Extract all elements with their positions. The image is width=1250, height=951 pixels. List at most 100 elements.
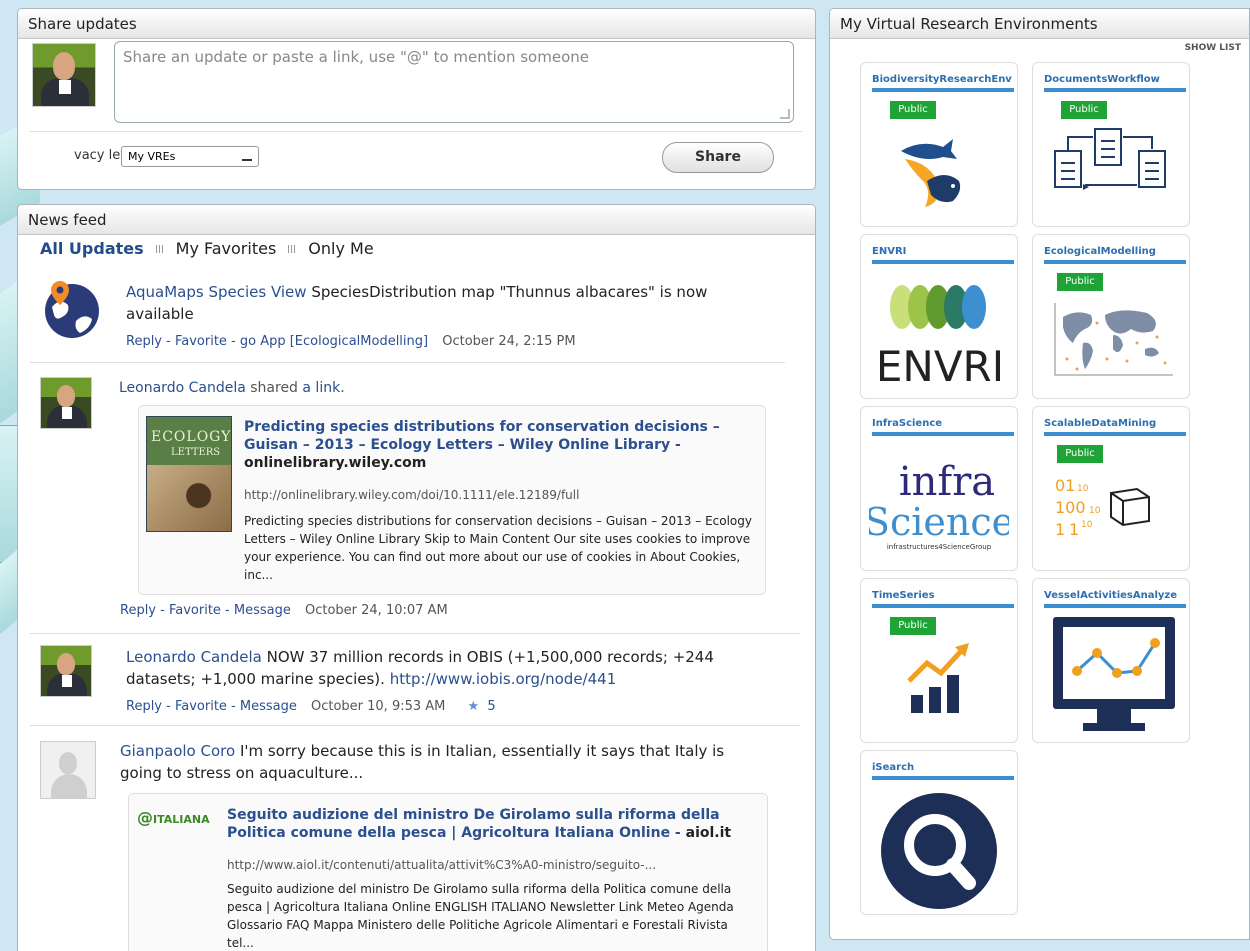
- post-external-link[interactable]: http://www.iobis.org/node/441: [390, 670, 617, 688]
- post-text: Leonardo Candela shared a link.: [119, 377, 345, 399]
- vre-underline: [872, 776, 1014, 780]
- science-text: Science: [869, 500, 1009, 544]
- vre-underline: [1044, 432, 1186, 436]
- vre-tile-ecologicalmodelling[interactable]: EcologicalModelling Public: [1032, 234, 1190, 399]
- public-badge: Public: [1057, 273, 1103, 291]
- vre-underline: [872, 604, 1014, 608]
- vre-underline: [872, 260, 1014, 264]
- vre-underline: [1044, 260, 1186, 264]
- data-mining-icon: 01 10 100 10 1 1 10: [1055, 476, 1150, 539]
- post-author-link[interactable]: AquaMaps Species View: [126, 283, 307, 301]
- chart-icon: [907, 643, 969, 713]
- filter-my-favorites[interactable]: My Favorites: [176, 239, 277, 258]
- post-author-link[interactable]: Gianpaolo Coro: [120, 742, 235, 760]
- resize-grip-icon[interactable]: [780, 109, 790, 119]
- favorite-star-icon[interactable]: ★: [468, 699, 480, 714]
- link-preview-card[interactable]: @ITALIANA Seguito audizione del ministro…: [128, 793, 768, 951]
- share-updates-panel: Share updates Share an update or paste a…: [17, 8, 816, 190]
- post-actions: Reply - Favorite - Message October 24, 1…: [120, 603, 448, 618]
- svg-text:01: 01: [1055, 476, 1075, 495]
- vre-tile-scalabledatamining[interactable]: ScalableDataMining Public 01 10 100 10 111…: [1032, 406, 1190, 571]
- show-list-link[interactable]: SHOW LIST: [1185, 43, 1241, 53]
- user-avatar: [32, 43, 96, 107]
- vre-tile-documentsworkflow[interactable]: DocumentsWorkflow Public: [1032, 62, 1190, 227]
- filter-separator-icon: [155, 244, 164, 253]
- aquamaps-globe-icon: [45, 281, 99, 338]
- default-avatar[interactable]: [40, 741, 96, 799]
- fish-icon: [901, 139, 961, 207]
- journal-cover-subtitle: LETTERS: [171, 447, 221, 458]
- aiol-logo: @ITALIANA: [137, 808, 210, 827]
- vre-tile-vesselactivitiesanalyze[interactable]: VesselActivitiesAnalyze: [1032, 578, 1190, 743]
- vre-name: iSearch: [872, 762, 915, 773]
- link-host: onlinelibrary.wiley.com: [244, 455, 427, 471]
- svg-text:10: 10: [1081, 520, 1093, 530]
- share-input-placeholder: Share an update or paste a link, use "@"…: [123, 48, 589, 66]
- link-preview-description: Seguito audizione del ministro De Girola…: [227, 882, 734, 950]
- vre-name: BiodiversityResearchEnv: [872, 74, 1012, 85]
- link-preview-url: http://www.aiol.it/contenuti/attualita/a…: [227, 858, 657, 872]
- vre-underline: [872, 88, 1014, 92]
- workflow-icon: [1054, 128, 1166, 190]
- svg-text:1: 1: [1055, 520, 1065, 539]
- infrascience-subtitle: infrastructures4ScienceGroup: [887, 543, 992, 551]
- journal-cover-image: ECOLOGY LETTERS: [146, 416, 232, 532]
- monitor-chart-icon: [1053, 617, 1175, 731]
- envri-text: ENVRI: [878, 342, 1002, 391]
- post-author-link[interactable]: Leonardo Candela: [119, 380, 246, 396]
- vre-tile-envri[interactable]: ENVRI ENVRI: [860, 234, 1018, 399]
- shared-link-word[interactable]: a link.: [302, 380, 344, 396]
- link-preview-description: Predicting species distributions for con…: [244, 514, 752, 582]
- svg-text:10: 10: [1077, 484, 1089, 494]
- post-action-links[interactable]: Reply - Favorite - Message: [120, 603, 291, 618]
- svg-text:1: 1: [1069, 520, 1079, 539]
- link-preview-title[interactable]: Predicting species distributions for con…: [244, 418, 756, 472]
- world-map-icon: [1054, 303, 1173, 376]
- post-actions: Reply - Favorite - Message October 10, 9…: [126, 699, 496, 714]
- post-text: AquaMaps Species View SpeciesDistributio…: [126, 281, 746, 325]
- search-icon: [881, 793, 997, 909]
- vre-name: DocumentsWorkflow: [1044, 74, 1160, 85]
- vre-tile-infrascience[interactable]: InfraScience infra Science infrastructur…: [860, 406, 1018, 571]
- vre-name: EcologicalModelling: [1044, 246, 1156, 257]
- vre-name: VesselActivitiesAnalyze: [1044, 590, 1178, 601]
- vre-name: ENVRI: [872, 246, 907, 257]
- vre-tile-biodiversityresearchenv[interactable]: BiodiversityResearchEnv Public: [860, 62, 1018, 227]
- post-divider: [30, 633, 800, 634]
- public-badge: Public: [1061, 101, 1107, 119]
- link-title-text: Seguito audizione del ministro De Girola…: [227, 807, 720, 841]
- post-action-links[interactable]: Reply - Favorite - go App [EcologicalMod…: [126, 334, 428, 349]
- author-avatar[interactable]: [40, 645, 92, 697]
- envri-logo: ENVRI: [878, 285, 1002, 391]
- share-panel-header: Share updates: [18, 9, 815, 39]
- filter-only-me[interactable]: Only Me: [308, 239, 373, 258]
- svg-text:10: 10: [1089, 506, 1101, 516]
- vre-name: TimeSeries: [872, 590, 935, 601]
- share-update-input[interactable]: Share an update or paste a link, use "@"…: [114, 41, 794, 123]
- link-preview-card[interactable]: ECOLOGY LETTERS Predicting species distr…: [138, 405, 766, 595]
- infra-text: infra: [899, 459, 995, 505]
- post-action-links[interactable]: Reply - Favorite - Message: [126, 699, 297, 714]
- vre-tile-timeseries[interactable]: TimeSeries Public: [860, 578, 1018, 743]
- link-title-text: Predicting species distributions for con…: [244, 419, 720, 453]
- vre-underline: [1044, 604, 1186, 608]
- filter-all-updates[interactable]: All Updates: [40, 239, 144, 258]
- post-date: October 24, 10:07 AM: [304, 603, 448, 618]
- share-button[interactable]: Share: [662, 142, 774, 173]
- infrascience-logo: infra Science infrastructures4ScienceGro…: [869, 459, 1009, 551]
- journal-cover-title: ECOLOGY: [151, 429, 232, 445]
- post-text: Gianpaolo Coro I'm sorry because this is…: [120, 740, 760, 784]
- vre-underline: [872, 432, 1014, 436]
- favorite-count: 5: [487, 699, 496, 714]
- post-author-link[interactable]: Leonardo Candela: [126, 648, 262, 666]
- public-badge: Public: [890, 101, 936, 119]
- news-feed-header: News feed: [18, 205, 815, 235]
- post-date: October 24, 2:15 PM: [442, 334, 576, 349]
- post-date: October 10, 9:53 AM: [310, 699, 446, 714]
- link-preview-title[interactable]: Seguito audizione del ministro De Girola…: [227, 806, 757, 842]
- post-actions: Reply - Favorite - go App [EcologicalMod…: [126, 334, 576, 349]
- author-avatar[interactable]: [40, 377, 92, 429]
- vre-tile-isearch[interactable]: iSearch: [860, 750, 1018, 915]
- privacy-level-select[interactable]: My VREs: [121, 146, 259, 167]
- feed-filters: All Updates My Favorites Only Me: [40, 239, 374, 258]
